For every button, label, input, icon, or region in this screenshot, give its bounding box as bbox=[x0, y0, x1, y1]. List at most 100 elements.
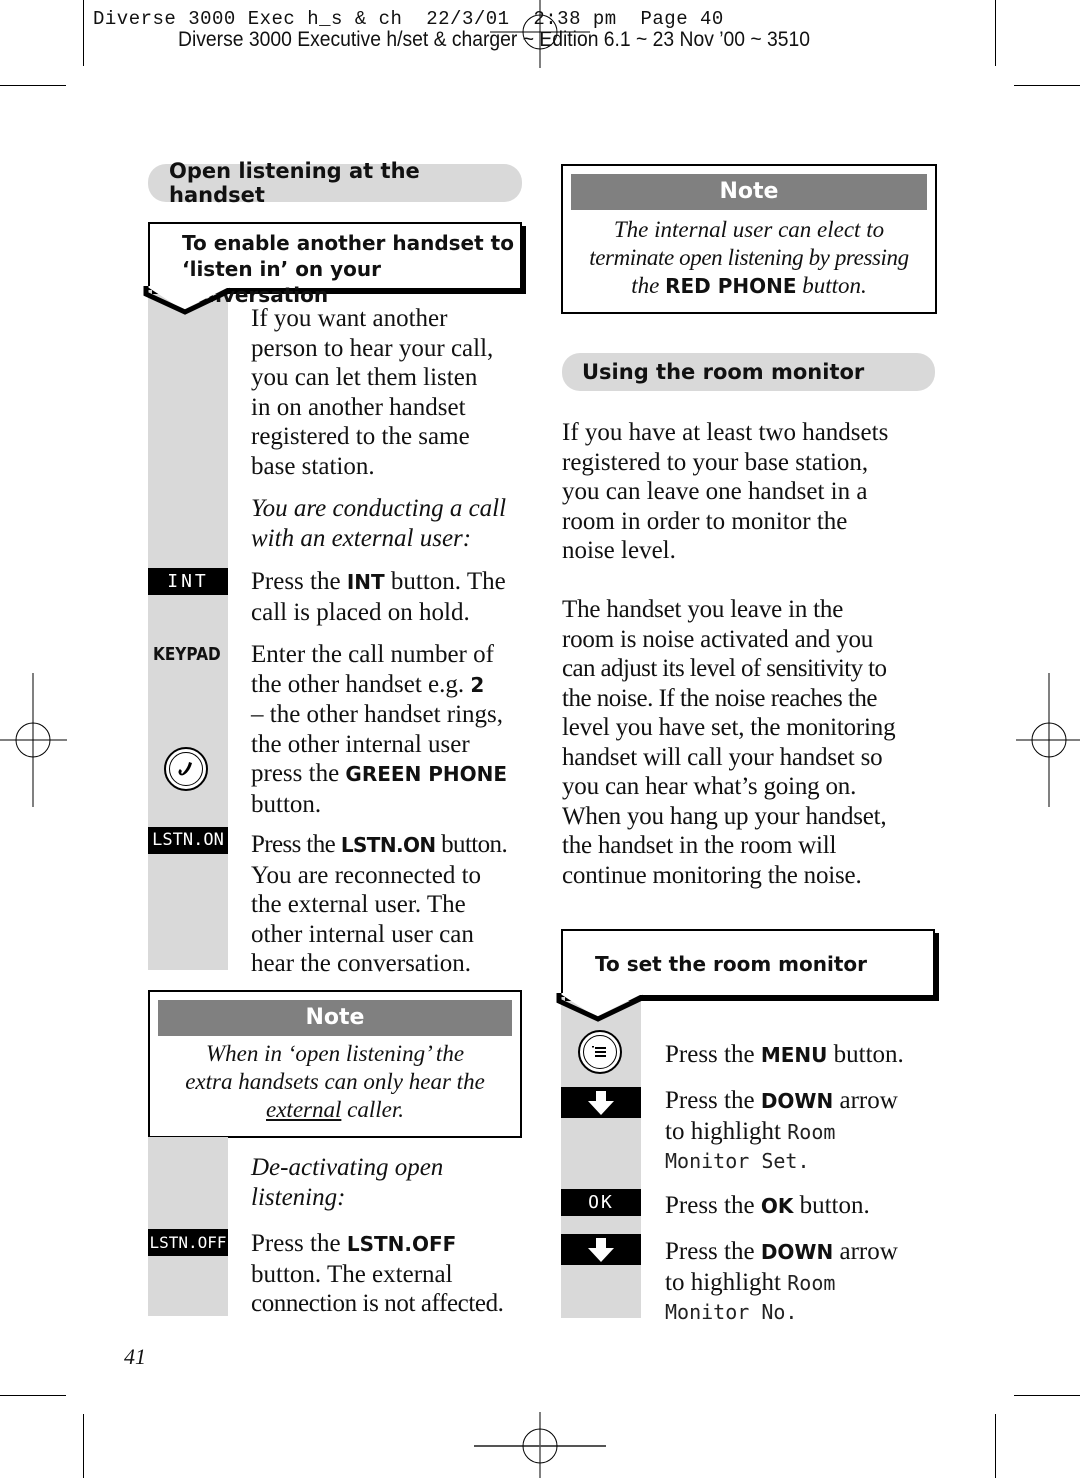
step-text: the other internal user bbox=[251, 730, 470, 758]
step-text: hear the conversation. bbox=[251, 950, 472, 977]
step-text: Press the bbox=[665, 1238, 761, 1265]
note-heading: Note bbox=[571, 174, 927, 210]
step-text: You are reconnected to bbox=[251, 861, 482, 889]
para-line: registered to your base station, bbox=[562, 448, 869, 476]
key-name: LSTN.ON bbox=[340, 833, 436, 857]
step-text: Press the bbox=[251, 831, 341, 858]
key-name: DOWN bbox=[760, 1089, 834, 1113]
para-line: the noise. If the noise reaches the bbox=[562, 684, 878, 712]
step-lstn-off-text: Press the LSTN.OFF button. The external … bbox=[251, 1229, 504, 1319]
section-heading-open-listening: Open listening at the handset bbox=[148, 159, 522, 207]
step-text: button. bbox=[435, 831, 508, 858]
para-line: you can hear what’s going on. bbox=[562, 773, 857, 800]
crop-mark bbox=[83, 0, 84, 66]
room-monitor-para1: If you have at least two handsets regist… bbox=[562, 418, 888, 566]
step-text: button. bbox=[793, 1192, 870, 1219]
crop-mark bbox=[995, 1414, 996, 1478]
note-line: button. bbox=[796, 273, 867, 298]
registration-mark-left bbox=[0, 673, 67, 807]
crop-mark bbox=[0, 85, 66, 86]
step-text: the other handset e.g. bbox=[251, 670, 471, 698]
para-line: level you have set, the monitoring bbox=[562, 714, 896, 741]
print-slug: Diverse 3000 Exec h_s & ch 22/3/01 2:38 … bbox=[93, 8, 724, 30]
down-arrow-icon bbox=[561, 1234, 641, 1265]
context-line: You are conducting a call bbox=[251, 495, 507, 522]
key-name: GREEN PHONE bbox=[345, 762, 508, 786]
green-phone-icon bbox=[164, 747, 208, 791]
crop-mark bbox=[1014, 1395, 1080, 1396]
para-line: continue monitoring the noise. bbox=[562, 861, 862, 889]
step-text: arrow bbox=[833, 1238, 898, 1265]
step-text: to highlight bbox=[665, 1268, 788, 1296]
para-line: you can leave one handset in a bbox=[562, 478, 868, 505]
lstn-off-key-label: LSTN.OFF bbox=[148, 1229, 228, 1256]
step-keypad-text: Enter the call number of the other hands… bbox=[251, 640, 507, 819]
step-menu-text: Press the MENU button. bbox=[665, 1040, 904, 1071]
note-line: terminate open listening by pressing bbox=[589, 245, 909, 270]
step-text: arrow bbox=[833, 1087, 898, 1114]
room-monitor-para2: The handset you leave in the room is noi… bbox=[562, 595, 896, 890]
step-sidebar bbox=[148, 1137, 228, 1316]
intro-line: you can let them listen bbox=[251, 364, 478, 391]
note-emphasis: external bbox=[266, 1097, 342, 1122]
lstn-on-key-label: LSTN.ON bbox=[148, 827, 228, 854]
key-name: MENU bbox=[760, 1043, 828, 1067]
crop-mark bbox=[0, 1395, 66, 1396]
step-text: Press the bbox=[665, 1087, 761, 1114]
step-text: Press the bbox=[251, 1230, 347, 1257]
menu-button-icon bbox=[578, 1030, 622, 1074]
step-text: button. The external bbox=[251, 1260, 453, 1288]
display-text: Room bbox=[787, 1119, 836, 1144]
task-heading-line1: To enable another handset to bbox=[182, 231, 514, 255]
crop-mark bbox=[995, 0, 996, 66]
key-name: RED PHONE bbox=[665, 274, 797, 298]
task-heading-listen-in: To enable another handset to ‘listen in’… bbox=[148, 222, 522, 307]
para-line: handset will call your handset so bbox=[562, 743, 883, 771]
para-line: the handset in the room will bbox=[562, 832, 837, 859]
section-heading-text: Using the room monitor bbox=[582, 360, 865, 384]
step-text: button. bbox=[827, 1041, 904, 1068]
key-name: LSTN.OFF bbox=[346, 1232, 457, 1256]
intro-paragraph: If you want another person to hear your … bbox=[251, 304, 493, 481]
note-line: the bbox=[631, 273, 666, 298]
display-text: Room bbox=[787, 1270, 836, 1295]
note-line: The internal user can elect to bbox=[613, 217, 885, 242]
key-name: DOWN bbox=[760, 1240, 834, 1264]
para-line: noise level. bbox=[562, 537, 676, 564]
step-text: Press the bbox=[251, 568, 347, 595]
section-heading-room-monitor: Using the room monitor bbox=[562, 353, 935, 391]
para-line: can adjust its level of sensitivity to bbox=[562, 655, 887, 682]
ok-key-label: OK bbox=[561, 1189, 641, 1216]
note-line: caller. bbox=[341, 1097, 404, 1122]
para-line: room in order to monitor the bbox=[562, 507, 848, 535]
display-text: Monitor No. bbox=[665, 1300, 798, 1324]
intro-line: base station. bbox=[251, 452, 375, 480]
task-heading-text: To set the room monitor bbox=[595, 952, 867, 976]
para-line: room is noise activated and you bbox=[562, 625, 874, 653]
step-text: press the bbox=[251, 760, 346, 787]
step-down-1-text: Press the DOWN arrow to highlight Room M… bbox=[665, 1086, 898, 1177]
page-number: 41 bbox=[124, 1344, 146, 1369]
note-box-red-phone: Note The internal user can elect to term… bbox=[561, 164, 937, 314]
note-heading: Note bbox=[158, 1000, 512, 1036]
down-arrow-icon bbox=[561, 1087, 641, 1118]
para-line: If you have at least two handsets bbox=[562, 419, 889, 446]
keypad-label: KEYPAD bbox=[153, 644, 221, 665]
step-text: Enter the call number of bbox=[251, 641, 494, 668]
deactivate-heading: De-activating open listening: bbox=[251, 1153, 443, 1212]
intro-line: person to hear your call, bbox=[251, 334, 494, 362]
deactivate-line: listening: bbox=[251, 1183, 346, 1211]
step-text: to highlight bbox=[665, 1117, 788, 1145]
step-text: connection is not affected. bbox=[251, 1290, 504, 1317]
registration-mark-right bbox=[1016, 673, 1080, 807]
display-text: Monitor Set. bbox=[665, 1149, 810, 1173]
note-line: When in ‘open listening’ the bbox=[205, 1041, 465, 1066]
step-text: the external user. The bbox=[251, 891, 466, 918]
intro-line: registered to the same bbox=[251, 423, 470, 450]
crop-mark bbox=[83, 1414, 84, 1478]
key-name: OK bbox=[760, 1194, 794, 1218]
crop-mark bbox=[1014, 85, 1080, 86]
task-heading-pointer bbox=[143, 286, 233, 315]
step-text: button. The bbox=[384, 568, 506, 595]
edition-line: Diverse 3000 Executive h/set & charger ~… bbox=[178, 28, 811, 51]
